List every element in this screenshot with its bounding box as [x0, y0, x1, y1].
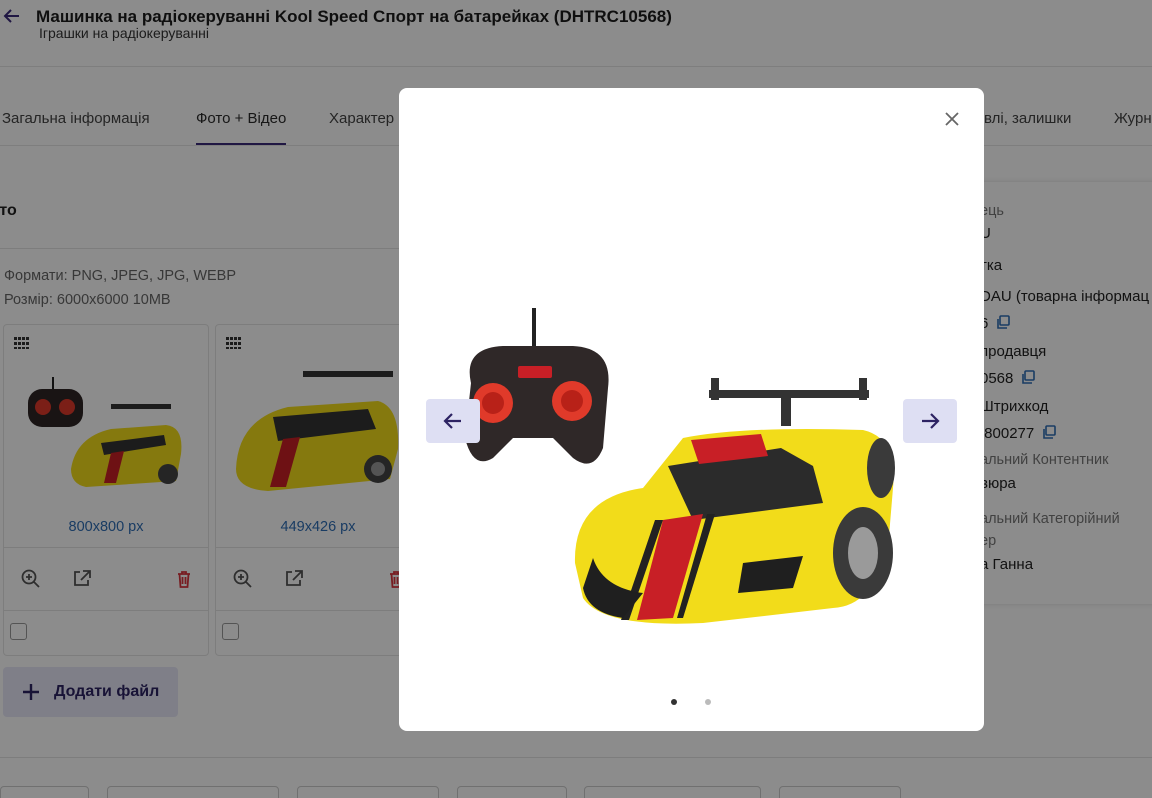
slide-indicator-dot[interactable] [671, 699, 677, 705]
next-slide-button[interactable] [903, 399, 957, 443]
close-icon[interactable] [943, 110, 961, 128]
arrow-left-icon [443, 413, 461, 429]
prev-slide-button[interactable] [426, 399, 480, 443]
slide-indicator-dot[interactable] [705, 699, 711, 705]
photo-viewer-modal [399, 88, 984, 731]
product-photo [465, 308, 895, 624]
arrow-right-icon [922, 413, 940, 429]
